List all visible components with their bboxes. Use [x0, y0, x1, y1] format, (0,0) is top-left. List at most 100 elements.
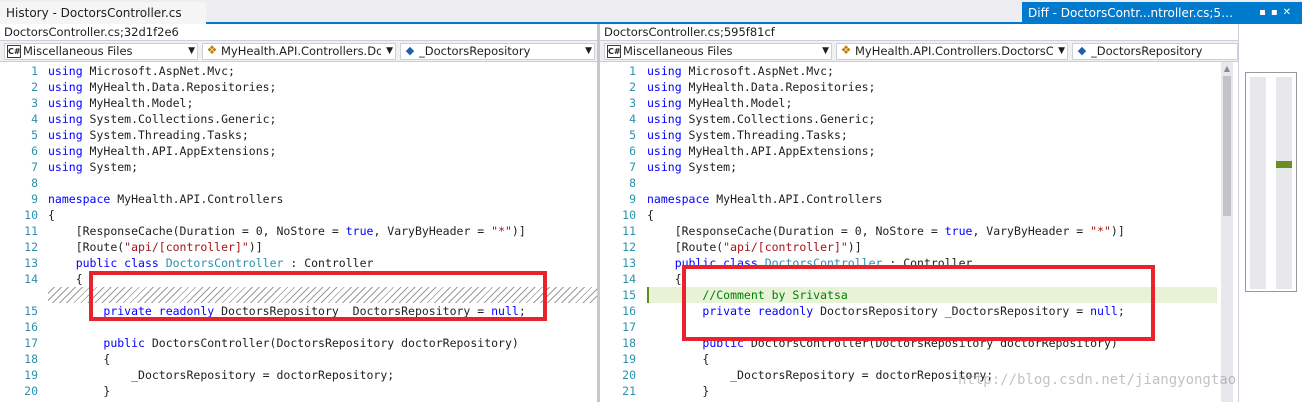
scroll-up-icon[interactable]: ▲	[1221, 62, 1233, 76]
line-number: 9	[629, 192, 636, 206]
line-number: 18	[24, 352, 38, 366]
code-line: 16	[0, 319, 597, 335]
code-line: 9 namespace MyHealth.API.Controllers	[600, 191, 1240, 207]
code-line: 3 using MyHealth.Model;	[600, 95, 1240, 111]
code-line: 12 [Route("api/[controller]")]	[0, 239, 597, 255]
line-number: 4	[31, 112, 38, 126]
right-navigation-bar: C# Miscellaneous Files ▼ ❖ MyHealth.API.…	[600, 40, 1240, 62]
code-line: 17 public DoctorsController(DoctorsRepos…	[0, 335, 597, 351]
line-number: 1	[629, 64, 636, 78]
chevron-down-icon: ▼	[386, 46, 393, 56]
line-number: 5	[629, 128, 636, 142]
left-project-value: Miscellaneous Files	[23, 44, 133, 58]
code-line: 5 using System.Threading.Tasks;	[0, 127, 597, 143]
scrollbar-thumb[interactable]	[1223, 76, 1231, 216]
left-type-dropdown[interactable]: ❖ MyHealth.API.Controllers.Doct ▼	[202, 43, 396, 60]
right-code-editor[interactable]: 1 using Microsoft.AspNet.Mvc; 2 using MyHe…	[600, 63, 1240, 402]
code-line: 11 [ResponseCache(Duration = 0, NoStore …	[0, 223, 597, 239]
code-line: 7 using System;	[600, 159, 1240, 175]
tab-history-label: History - DoctorsController.cs	[6, 6, 182, 20]
line-number: 20	[24, 384, 38, 398]
red-highlight-box-right	[682, 265, 1155, 341]
line-number: 20	[622, 368, 636, 382]
line-number: 2	[31, 80, 38, 94]
overview-added-marker	[1276, 161, 1292, 168]
code-line: 3 using MyHealth.Model;	[0, 95, 597, 111]
code-line: 19 {	[600, 351, 1240, 367]
line-number: 3	[629, 96, 636, 110]
left-member-dropdown[interactable]: ◆ _DoctorsRepository ▼	[400, 43, 595, 60]
left-project-dropdown[interactable]: C# Miscellaneous Files ▼	[4, 43, 198, 60]
code-line: 1 using Microsoft.AspNet.Mvc;	[0, 63, 597, 79]
red-highlight-box-left	[89, 271, 547, 321]
code-line: 8	[0, 175, 597, 191]
line-number: 2	[629, 80, 636, 94]
code-line: 11 [ResponseCache(Duration = 0, NoStore …	[600, 223, 1240, 239]
chevron-down-icon: ▼	[188, 46, 195, 56]
line-number: 15	[24, 304, 38, 318]
code-line: 7 using System;	[0, 159, 597, 175]
code-line: 20 }	[0, 383, 597, 399]
line-number: 10	[24, 208, 38, 222]
right-diff-pane: DoctorsController.cs;595f81cf C# Miscell…	[600, 24, 1240, 402]
code-line: 6 using MyHealth.API.AppExtensions;	[600, 143, 1240, 159]
line-number: 15	[622, 288, 636, 302]
tab-diff-label: Diff - DoctorsContr...ntroller.cs;595f81…	[1028, 6, 1240, 20]
right-type-value: MyHealth.API.Controllers.DoctorsCor	[855, 44, 1053, 58]
line-number: 19	[622, 352, 636, 366]
code-line: 2 using MyHealth.Data.Repositories;	[600, 79, 1240, 95]
vertical-scrollbar[interactable]: ▲	[1221, 62, 1233, 402]
line-number: 8	[31, 176, 38, 190]
code-line: 10{	[600, 207, 1240, 223]
line-number: 16	[622, 304, 636, 318]
csharp-file-icon: C#	[7, 45, 21, 58]
right-type-dropdown[interactable]: ❖ MyHealth.API.Controllers.DoctorsCor ▼	[836, 43, 1068, 60]
diff-overview-margin[interactable]	[1238, 24, 1302, 402]
line-number: 3	[31, 96, 38, 110]
line-number: 9	[31, 192, 38, 206]
left-code-editor[interactable]: 1 using Microsoft.AspNet.Mvc; 2 using MyHe…	[0, 63, 597, 402]
line-number: 14	[24, 272, 38, 286]
line-number: 7	[31, 160, 38, 174]
line-number: 6	[629, 144, 636, 158]
line-number: 17	[24, 336, 38, 350]
right-member-dropdown[interactable]: ◆ _DoctorsRepository	[1072, 43, 1238, 60]
code-line: 5 using System.Threading.Tasks;	[600, 127, 1240, 143]
right-project-dropdown[interactable]: C# Miscellaneous Files ▼	[604, 43, 832, 60]
left-type-value: MyHealth.API.Controllers.Doct	[221, 44, 381, 58]
line-number: 10	[622, 208, 636, 222]
line-number: 12	[24, 240, 38, 254]
line-number: 14	[622, 272, 636, 286]
line-number: 13	[24, 256, 38, 270]
line-number: 11	[622, 224, 636, 238]
code-line: 13 public class DoctorsController : Cont…	[0, 255, 597, 271]
line-number: 8	[629, 176, 636, 190]
document-tab-strip: History - DoctorsController.cs Diff - Do…	[0, 0, 1302, 24]
left-file-label: DoctorsController.cs;32d1f2e6	[4, 25, 179, 39]
line-number: 5	[31, 128, 38, 142]
chevron-down-icon: ▼	[1058, 46, 1065, 56]
overview-viewport-frame[interactable]	[1245, 72, 1297, 292]
line-number: 16	[24, 320, 38, 334]
chevron-down-icon: ▼	[822, 46, 829, 56]
code-line: 12 [Route("api/[controller]")]	[600, 239, 1240, 255]
code-line: 2 using MyHealth.Data.Repositories;	[0, 79, 597, 95]
class-icon: ❖	[206, 43, 218, 57]
watermark: http://blog.csdn.net/jiangyongtao	[958, 372, 1237, 388]
class-icon: ❖	[840, 43, 852, 57]
tab-diff[interactable]: Diff - DoctorsContr...ntroller.cs;595f81…	[1022, 2, 1302, 24]
line-number: 21	[622, 384, 636, 398]
right-member-value: _DoctorsRepository	[1091, 44, 1203, 58]
code-line: 10{	[0, 207, 597, 223]
line-number: 17	[622, 320, 636, 334]
line-number: 18	[622, 336, 636, 350]
code-line: 8	[600, 175, 1240, 191]
right-file-label: DoctorsController.cs;595f81cf	[604, 25, 775, 39]
line-number: 1	[31, 64, 38, 78]
tab-window-icons[interactable]: ▪▪✕	[1259, 2, 1296, 24]
line-number: 19	[24, 368, 38, 382]
line-number: 6	[31, 144, 38, 158]
code-line: 19 _DoctorsRepository = doctorRepository…	[0, 367, 597, 383]
left-member-value: _DoctorsRepository	[419, 44, 531, 58]
tab-history[interactable]: History - DoctorsController.cs	[0, 2, 206, 24]
